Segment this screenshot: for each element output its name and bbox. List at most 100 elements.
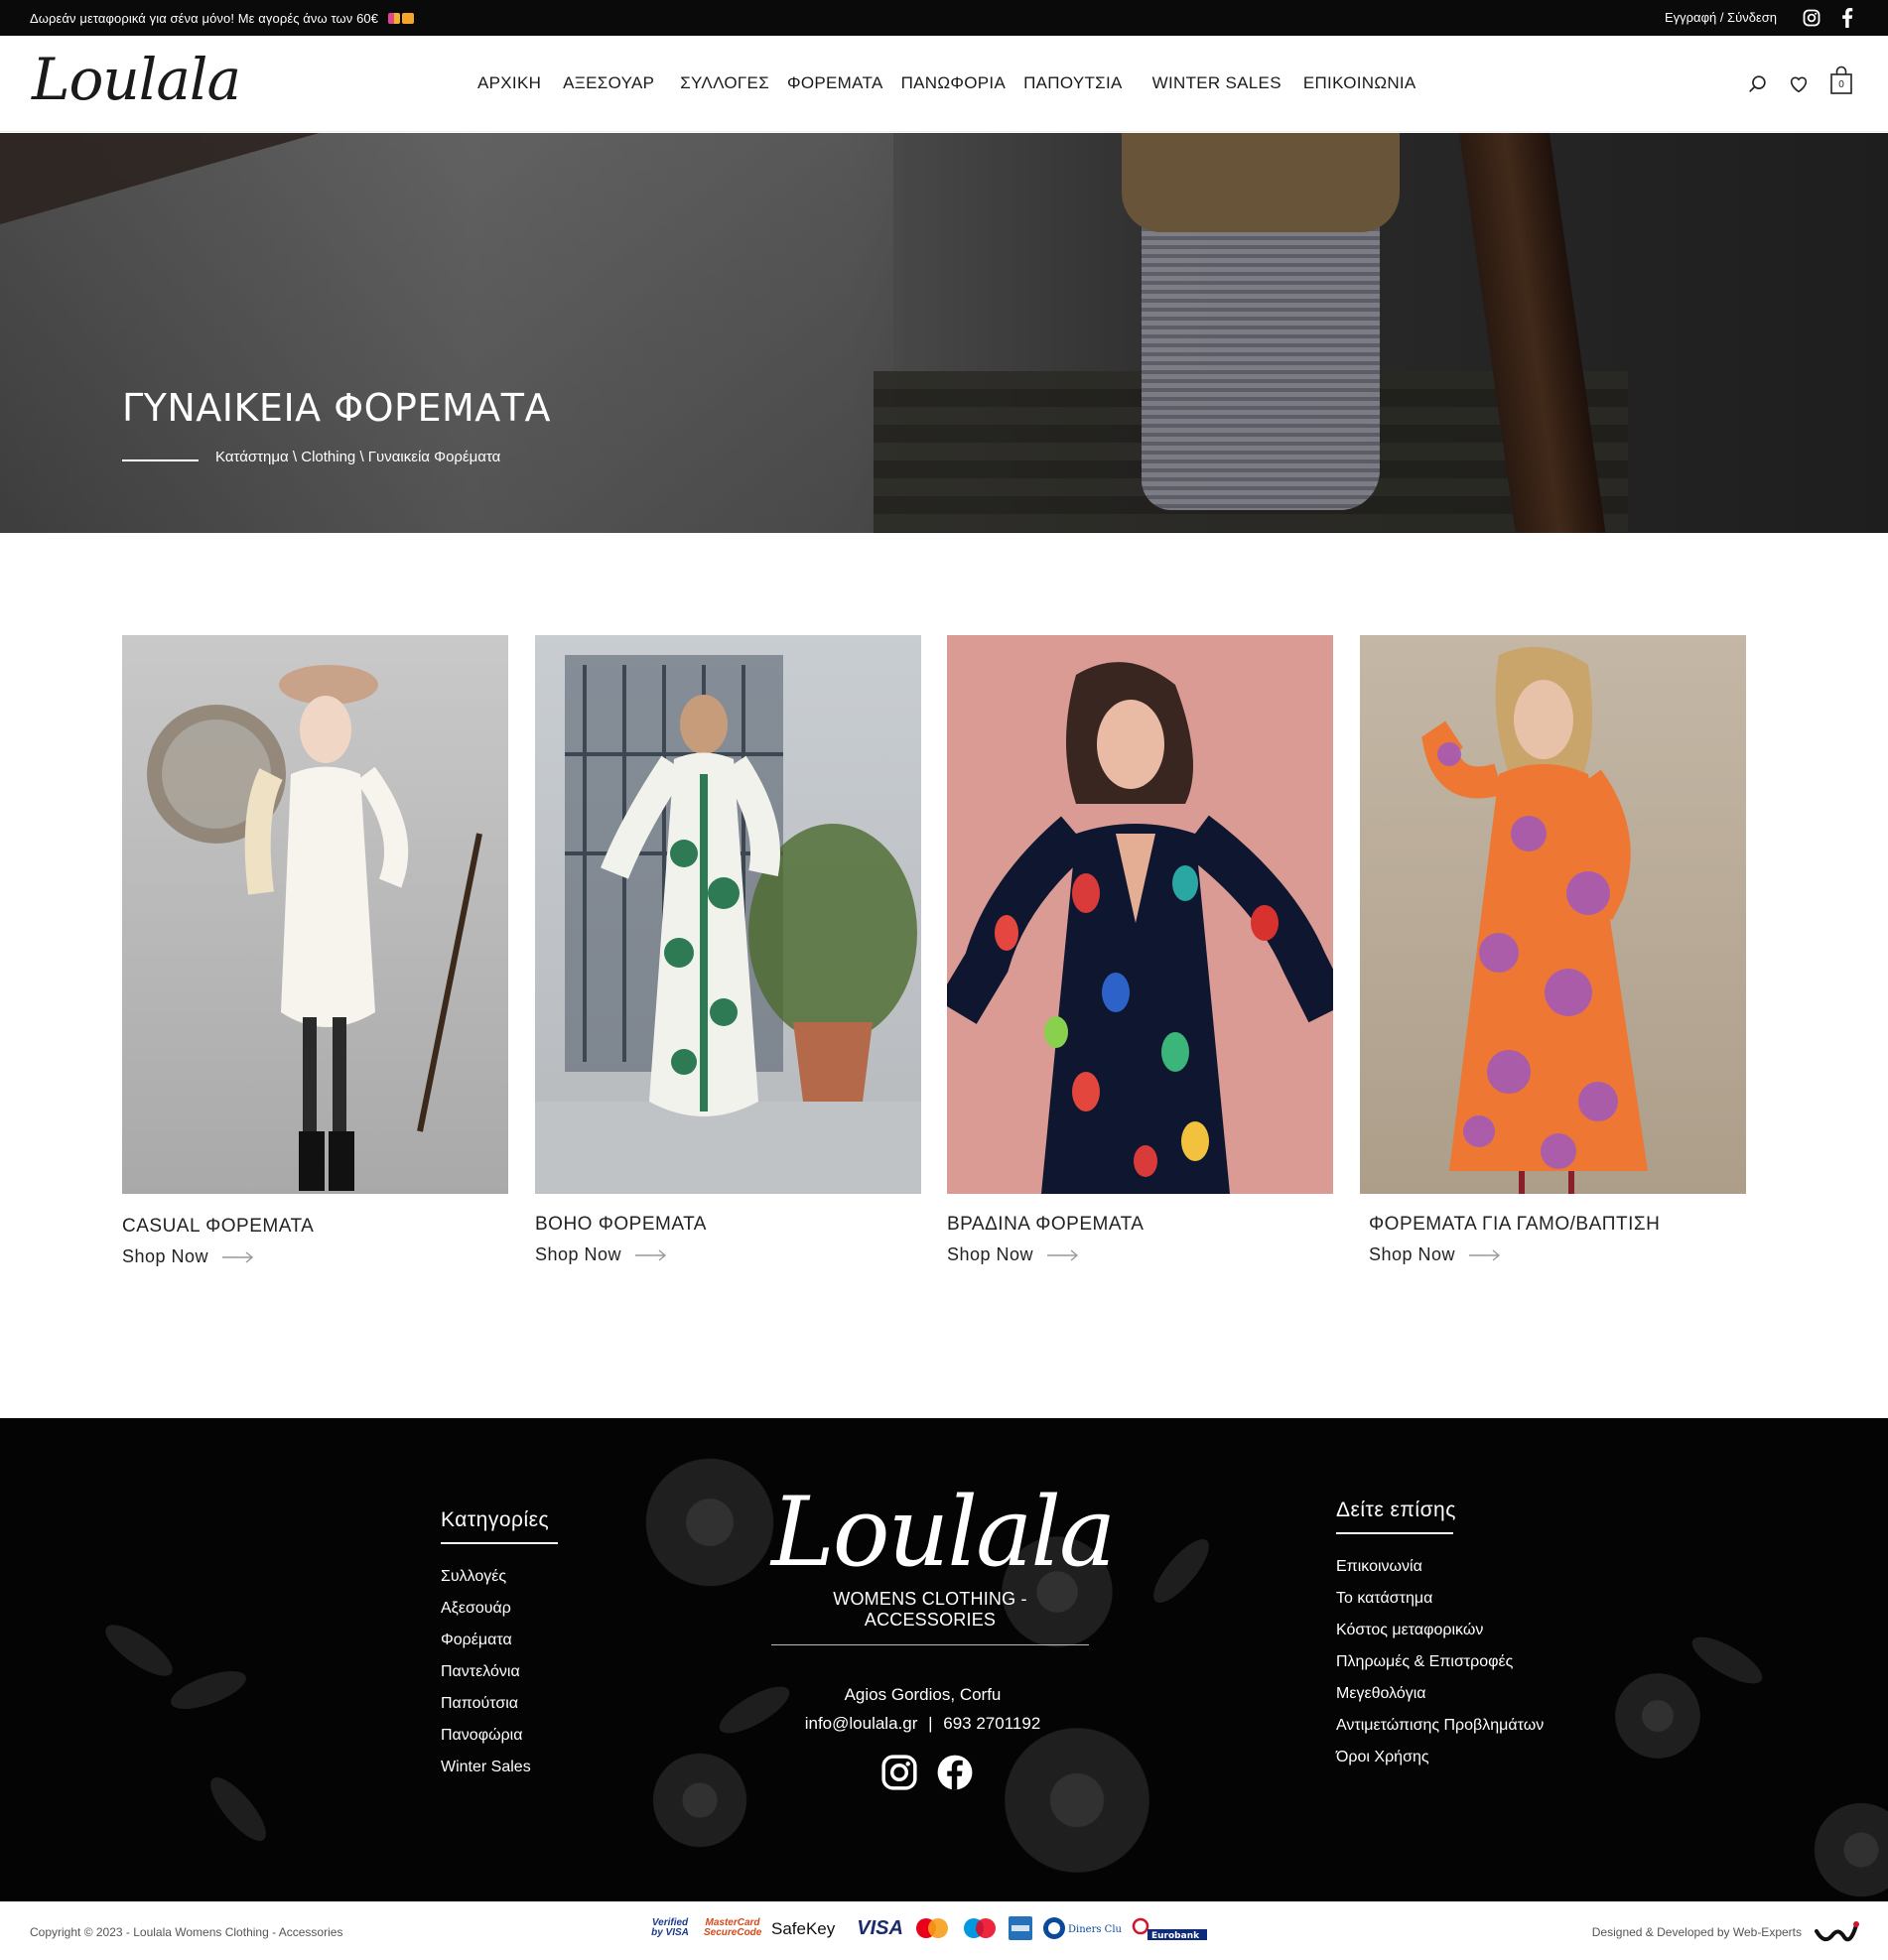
category-card-boho[interactable]: BOHO ΦΟΡΕΜΑΤΑ Shop Now [535,635,921,1265]
copyright: Copyright © 2023 - Loulala Womens Clothi… [30,1925,343,1939]
leaf-decoration [98,1616,180,1685]
footer-link-terms[interactable]: Όροι Χρήσης [1336,1742,1594,1773]
nav-item-home[interactable]: ΑΡΧΙΚΗ [477,73,541,93]
arrow-right-icon [1047,1248,1079,1261]
developer-credit[interactable]: Designed & Developed by Web-Experts [1592,1925,1802,1939]
category-title[interactable]: BOHO ΦΟΡΕΜΑΤΑ [535,1214,921,1236]
shop-now-link[interactable]: Shop Now [1369,1244,1746,1265]
category-image[interactable] [947,635,1333,1194]
top-bar: Δωρεάν μεταφορικά για σένα μόνο! Με αγορ… [0,0,1888,36]
footer-link-accessories[interactable]: Αξεσουάρ [441,1593,639,1625]
site-logo[interactable]: Loulala [32,46,241,113]
nav-item-shoes[interactable]: ΠΑΠΟΥΤΣΙΑ [1023,73,1123,93]
leaf-decoration [1145,1531,1218,1611]
footer-tagline: WOMENS CLOTHING - ACCESSORIES [833,1589,1027,1630]
footer-link-size-guide[interactable]: Μεγεθολόγια [1336,1678,1594,1710]
category-image[interactable] [122,635,508,1194]
arrow-right-icon [1469,1248,1501,1261]
category-image[interactable] [1360,635,1746,1194]
footer-phone[interactable]: 693 2701192 [943,1714,1040,1733]
flower-decoration [1608,1666,1707,1765]
flower-decoration [1807,1795,1888,1901]
divider [441,1542,558,1544]
visa-icon: VISA [857,1917,903,1939]
footer-logo: Loulala WOMENS CLOTHING - ACCESSORIES [771,1478,1116,1645]
shop-now-link[interactable]: Shop Now [535,1244,921,1265]
footer-link-outerwear[interactable]: Πανοφώρια [441,1720,639,1752]
divider [771,1644,1089,1645]
arrow-right-icon [222,1250,254,1263]
shop-now-link[interactable]: Shop Now [122,1246,508,1267]
gift-icon [387,13,400,24]
category-card-casual[interactable]: CASUAL ΦΟΡΕΜΑΤΑ Shop Now [122,635,508,1267]
mastercard-icon [915,1918,948,1938]
footer-link-collections[interactable]: Συλλογές [441,1561,639,1593]
divider [1336,1532,1453,1534]
footer-link-payments-returns[interactable]: Πληρωμές & Επιστροφές [1336,1646,1594,1678]
footer-categories: Κατηγορίες Συλλογές Αξεσουάρ Φορέματα Πα… [441,1508,639,1783]
eurobank-icon: Eurobank [1132,1917,1207,1940]
page-hero: ΓΥΝΑΙΚΕΙΑ ΦΟΡΕΜΑΤΑ Κατάστημα \ Clothing … [0,133,1888,533]
footer-link-winter-sales[interactable]: Winter Sales [441,1752,639,1783]
facebook-icon[interactable] [1840,8,1854,28]
footer-address: Agios Gordios, Corfu [844,1685,1002,1704]
svg-text:Eurobank: Eurobank [1151,1931,1200,1940]
footer-email[interactable]: info@loulala.gr [805,1714,918,1733]
footer-categories-title: Κατηγορίες [441,1508,550,1531]
footer-link-troubleshooting[interactable]: Αντιμετώπισης Προβλημάτων [1336,1710,1594,1742]
breadcrumb-shop[interactable]: Κατάστημα [215,449,289,465]
flower-decoration [635,1448,784,1597]
site-header: Loulala ΑΡΧΙΚΗ ΑΞΕΣΟΥΑΡ ΣΥΛΛΟΓΕΣ ΦΟΡΕΜΑΤ… [0,36,1888,132]
bottom-bar: Copyright © 2023 - Loulala Womens Clothi… [0,1901,1888,1960]
register-login-link[interactable]: Εγγραφή / Σύνδεση [1665,10,1777,25]
category-title[interactable]: CASUAL ΦΟΡΕΜΑΤΑ [122,1216,508,1238]
category-title[interactable]: ΒΡΑΔΙΝΑ ΦΟΡΕΜΑΤΑ [947,1214,1333,1236]
category-card-evening[interactable]: ΒΡΑΔΙΝΑ ΦΟΡΕΜΑΤΑ Shop Now [947,635,1333,1265]
flower-decoration [993,1716,1161,1885]
safekey-icon: SafeKey [771,1918,836,1938]
web-experts-logo[interactable] [1815,1919,1860,1945]
breadcrumb: Κατάστημα \ Clothing \ Γυναικεία Φορέματ… [215,449,501,465]
instagram-icon[interactable] [1803,9,1821,27]
breadcrumb-current: Γυναικεία Φορέματα [367,449,501,465]
wedding-dress-photo [1421,647,1648,1194]
footer-link-shoes[interactable]: Παπούτσια [441,1688,639,1720]
instagram-icon[interactable] [880,1754,918,1791]
gift-icon [401,13,414,24]
main-nav: ΑΡΧΙΚΗ ΑΞΕΣΟΥΑΡ ΣΥΛΛΟΓΕΣ ΦΟΡΕΜΑΤΑ ΠΑΝΩΦΟ… [477,73,1416,93]
category-title[interactable]: ΦΟΡΕΜΑΤΑ ΓΙΑ ΓΑΜΟ/ΒΑΠΤΙΣΗ [1369,1214,1746,1236]
nav-item-collections[interactable]: ΣΥΛΛΟΓΕΣ [680,73,769,93]
mastercard-securecode-icon: MasterCard SecureCode [704,1917,762,1938]
nav-item-contact[interactable]: ΕΠΙΚΟΙΝΩΝΙΑ [1303,73,1416,93]
search-icon[interactable] [1747,73,1769,95]
shipping-promo: Δωρεάν μεταφορικά για σένα μόνο! Με αγορ… [30,11,414,26]
facebook-icon[interactable] [936,1754,974,1791]
heart-icon[interactable] [1788,73,1810,95]
footer-link-dresses[interactable]: Φορέματα [441,1625,639,1656]
cart-button[interactable]: 0 [1829,65,1853,95]
boho-dress-photo [535,655,921,1194]
category-card-wedding[interactable]: ΦΟΡΕΜΑΤΑ ΓΙΑ ΓΑΜΟ/ΒΑΠΤΙΣΗ Shop Now [1360,635,1746,1265]
footer-link-shipping[interactable]: Κόστος μεταφορικών [1336,1615,1594,1646]
leaf-decoration [166,1663,251,1717]
category-image[interactable] [535,635,921,1194]
arrow-right-icon [635,1248,667,1261]
cart-count: 0 [1838,79,1844,90]
nav-item-accessories[interactable]: ΑΞΕΣΟΥΑΡ [563,73,654,93]
site-footer: Κατηγορίες Συλλογές Αξεσουάρ Φορέματα Πα… [0,1418,1888,1901]
payment-methods: Verified by VISA MasterCard SecureCode S… [646,1916,1207,1940]
shop-now-link[interactable]: Shop Now [947,1244,1333,1265]
flower-decoration [645,1746,754,1855]
leaf-decoration [1686,1628,1769,1693]
hero-overlay [0,133,1888,533]
footer-link-pants[interactable]: Παντελόνια [441,1656,639,1688]
breadcrumb-clothing[interactable]: Clothing [301,449,355,465]
page-title: ΓΥΝΑΙΚΕΙΑ ΦΟΡΕΜΑΤΑ [122,386,551,430]
footer-link-contact[interactable]: Επικοινωνία [1336,1551,1594,1583]
nav-item-dresses[interactable]: ΦΟΡΕΜΑΤΑ [787,73,883,93]
casual-dress-photo [147,665,482,1191]
footer-link-store[interactable]: Το κατάστημα [1336,1583,1594,1615]
footer-see-also-title: Δείτε επίσης [1336,1499,1456,1521]
nav-item-outerwear[interactable]: ΠΑΝΩΦΟΡΙΑ [901,73,1007,93]
nav-item-winter-sales[interactable]: WINTER SALES [1152,73,1281,93]
